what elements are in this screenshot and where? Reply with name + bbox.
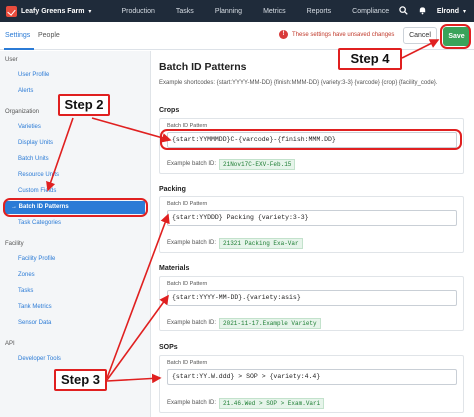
sidebar-item-user-profile[interactable]: User Profile: [18, 72, 49, 78]
farm-switcher[interactable]: Leafy Greens Farm ▾: [6, 5, 92, 17]
annotation-step-2: Step 2: [58, 94, 110, 116]
top-nav-bar: Leafy Greens Farm ▾ Production Tasks Pla…: [0, 0, 474, 22]
cancel-button[interactable]: Cancel: [403, 27, 437, 44]
user-menu[interactable]: Elrond: [437, 8, 459, 15]
sidebar-item-batch-units[interactable]: Batch Units: [18, 156, 49, 162]
nav-metrics[interactable]: Metrics: [263, 8, 286, 15]
pattern-card-packing: Batch ID Pattern {start:YYDDD} Packing {…: [159, 196, 464, 253]
chevron-down-icon: ▾: [88, 8, 92, 15]
warning-icon: !: [279, 30, 288, 39]
batch-id-pattern-input-packing[interactable]: {start:YYDDD} Packing {variety:3-3}: [167, 210, 457, 226]
active-tab-indicator: [4, 48, 34, 50]
field-label: Batch ID Pattern: [167, 360, 208, 366]
sidebar-item-developer-tools[interactable]: Developer Tools: [18, 356, 61, 362]
example-label: Example batch ID:: [167, 161, 217, 167]
chevron-down-icon: ▾: [462, 8, 466, 15]
tab-settings[interactable]: Settings: [5, 32, 30, 39]
batch-id-pattern-input-materials[interactable]: {start:YYYY-MM-DD}.{variety:asis}: [167, 290, 457, 306]
highlight-save-button: [440, 24, 471, 49]
sidebar-item-zones[interactable]: Zones: [18, 272, 35, 278]
example-batch-id-packing: 21321 Packing Exa-Var: [219, 238, 303, 249]
sidebar-item-alerts[interactable]: Alerts: [18, 88, 33, 94]
sidebar-header-organization: Organization: [5, 109, 40, 115]
field-label: Batch ID Pattern: [167, 281, 208, 287]
sidebar-item-sensor-data[interactable]: Sensor Data: [18, 320, 51, 326]
checkmark-logo-icon: [6, 5, 17, 17]
sidebar-item-varieties[interactable]: Varieties: [18, 124, 41, 130]
example-batch-id-materials: 2021-11-17.Example Variety: [219, 318, 321, 329]
sidebar-header-user: User: [5, 57, 18, 63]
annotation-step-3: Step 3: [54, 369, 107, 391]
section-title-materials: Materials: [159, 265, 190, 272]
main-nav: Production Tasks Planning Metrics Report…: [121, 8, 410, 15]
shortcodes-help-text: Example shortcodes: {start:YYYY-MM-DD} {…: [159, 80, 438, 86]
example-label: Example batch ID:: [167, 320, 217, 326]
section-title-packing: Packing: [159, 186, 186, 193]
field-label: Batch ID Pattern: [167, 201, 208, 207]
batch-id-pattern-input-sops[interactable]: {start:YY.W.ddd} > SOP > {variety:4.4}: [167, 369, 457, 385]
bell-icon[interactable]: [418, 6, 427, 17]
sidebar-item-facility-profile[interactable]: Facility Profile: [18, 256, 55, 262]
nav-reports[interactable]: Reports: [307, 8, 332, 15]
search-icon[interactable]: [399, 5, 408, 17]
nav-compliance[interactable]: Compliance: [352, 8, 389, 15]
sidebar-item-tank-metrics[interactable]: Tank Metrics: [18, 304, 52, 310]
highlight-crops-pattern: [160, 129, 462, 150]
nav-tasks[interactable]: Tasks: [176, 8, 194, 15]
section-title-crops: Crops: [159, 107, 180, 114]
sidebar-header-facility: Facility: [5, 241, 24, 247]
pattern-card-sops: Batch ID Pattern {start:YY.W.ddd} > SOP …: [159, 355, 464, 413]
sidebar-item-resource-units[interactable]: Resource Units: [18, 172, 59, 178]
warning-text: These settings have unsaved changes: [292, 31, 395, 38]
nav-planning[interactable]: Planning: [215, 8, 242, 15]
example-batch-id-crops: 21Nov17C-EXV-Feb.15: [219, 159, 296, 170]
annotation-step-4: Step 4: [338, 48, 402, 70]
sidebar-header-api: API: [5, 341, 15, 347]
tab-people[interactable]: People: [38, 32, 60, 39]
pattern-card-materials: Batch ID Pattern {start:YYYY-MM-DD}.{var…: [159, 276, 464, 331]
sidebar-item-custom-fields[interactable]: Custom Fields: [18, 188, 56, 194]
sidebar-item-display-units[interactable]: Display Units: [18, 140, 53, 146]
unsaved-changes-warning: ! These settings have unsaved changes: [279, 30, 394, 39]
example-label: Example batch ID:: [167, 400, 217, 406]
example-label: Example batch ID:: [167, 240, 217, 246]
page-title: Batch ID Patterns: [159, 61, 247, 73]
nav-production[interactable]: Production: [121, 8, 154, 15]
sidebar-item-task-categories[interactable]: Task Categories: [18, 220, 61, 226]
farm-name: Leafy Greens Farm: [21, 7, 85, 15]
example-batch-id-sops: 21.46.Wed > SOP > Exam.Vari: [219, 398, 325, 409]
sidebar-item-tasks[interactable]: Tasks: [18, 288, 33, 294]
highlight-batch-id-patterns: [3, 198, 148, 217]
section-title-sops: SOPs: [159, 344, 178, 351]
